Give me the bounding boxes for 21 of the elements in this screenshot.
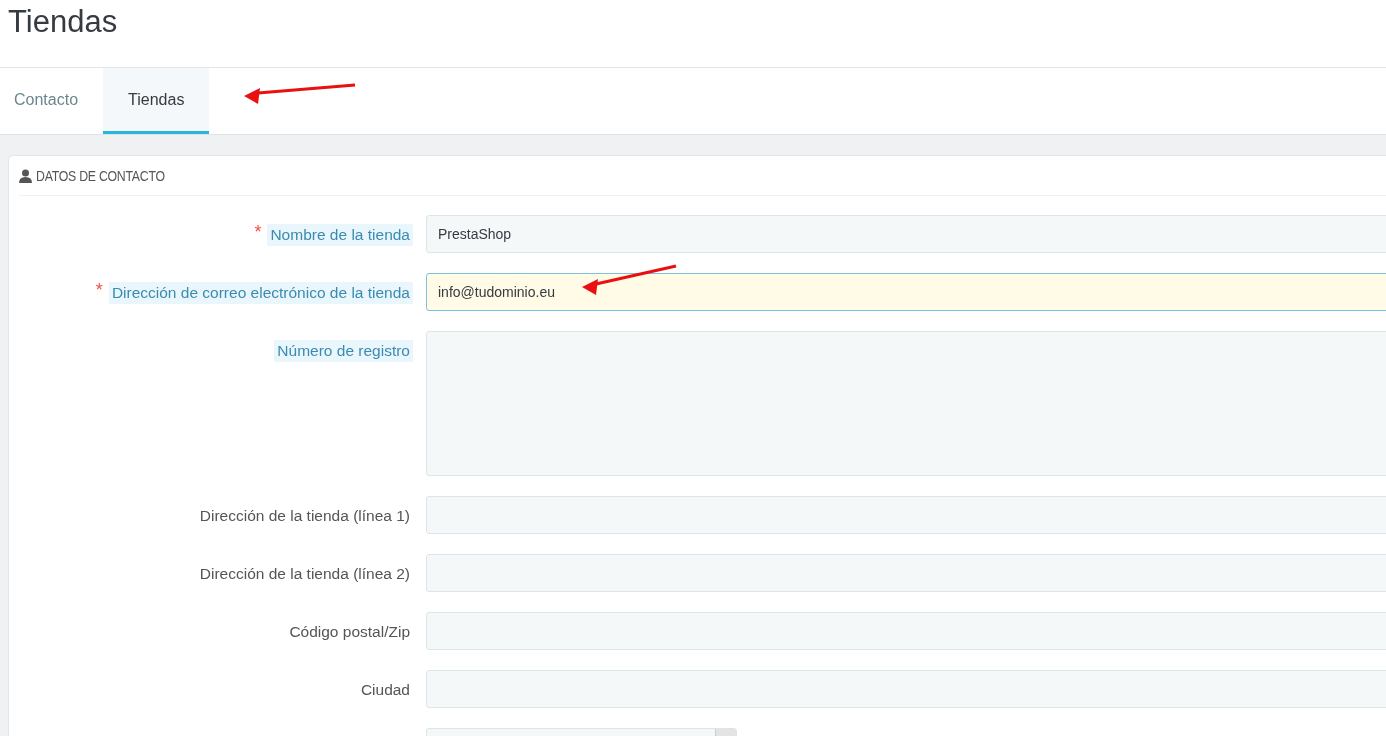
field-label: Código postal/Zip (288, 622, 411, 642)
field-label: Dirección de correo electrónico de la tienda (108, 282, 413, 304)
field-label: Dirección de la tienda (línea 2) (198, 564, 411, 584)
tab[interactable]: Tiendas (103, 68, 210, 134)
input-field[interactable]: info@tudominio.eu (426, 273, 1386, 311)
input-field[interactable] (426, 496, 1386, 534)
input-field[interactable] (426, 670, 1386, 708)
input-field[interactable] (426, 612, 1386, 650)
input-field[interactable] (426, 554, 1386, 592)
input-field[interactable]: PrestaShop (426, 215, 1386, 253)
field-label: Número de registro (274, 340, 413, 362)
required-asterisk: * (254, 224, 262, 240)
required-asterisk: * (95, 282, 103, 298)
field-label: Dirección de la tienda (línea 1) (198, 506, 411, 526)
page-title: Tiendas (8, 4, 118, 40)
text-area[interactable] (426, 331, 1386, 476)
field-label: Nombre de la tienda (267, 224, 413, 246)
tab[interactable]: Contacto (0, 68, 104, 134)
user-icon (19, 168, 32, 183)
panel-title: DATOS DE CONTACTO (36, 167, 165, 184)
field-label: Ciudad (359, 680, 411, 700)
